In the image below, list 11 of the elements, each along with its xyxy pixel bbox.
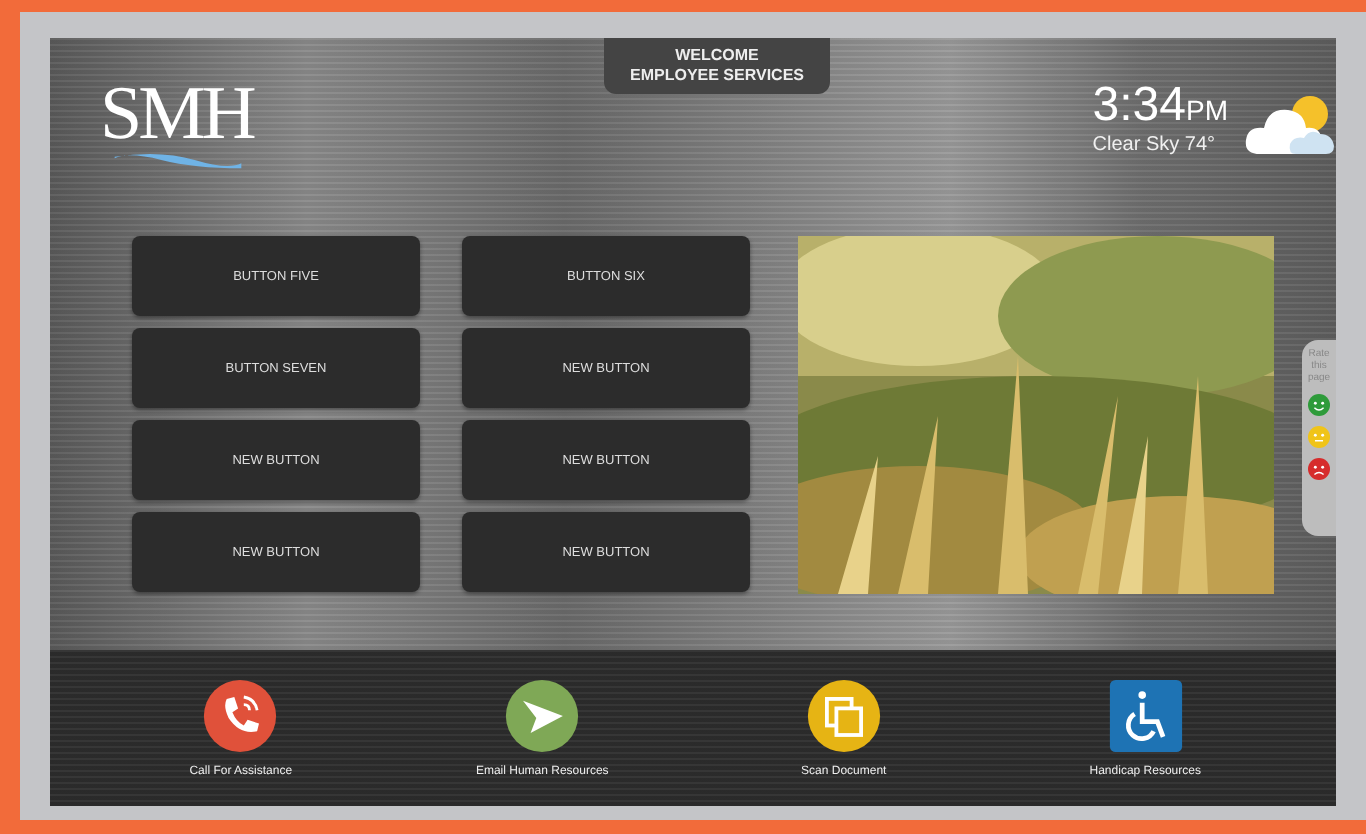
- copy-icon[interactable]: [805, 678, 882, 754]
- wheelchair-icon[interactable]: [1107, 678, 1184, 754]
- sun-cloud-icon: [1244, 90, 1336, 158]
- paper-plane-icon[interactable]: [504, 678, 581, 754]
- smiley-icon[interactable]: [1308, 394, 1330, 416]
- welcome-banner: WELCOME EMPLOYEE SERVICES: [604, 38, 830, 94]
- logo: SMH: [100, 78, 260, 170]
- sad-face-icon[interactable]: [1308, 458, 1330, 480]
- phone-icon[interactable]: [202, 678, 279, 754]
- clock-time: 3:34PM: [1092, 82, 1228, 134]
- weather-text: Clear Sky 74°: [1092, 134, 1218, 156]
